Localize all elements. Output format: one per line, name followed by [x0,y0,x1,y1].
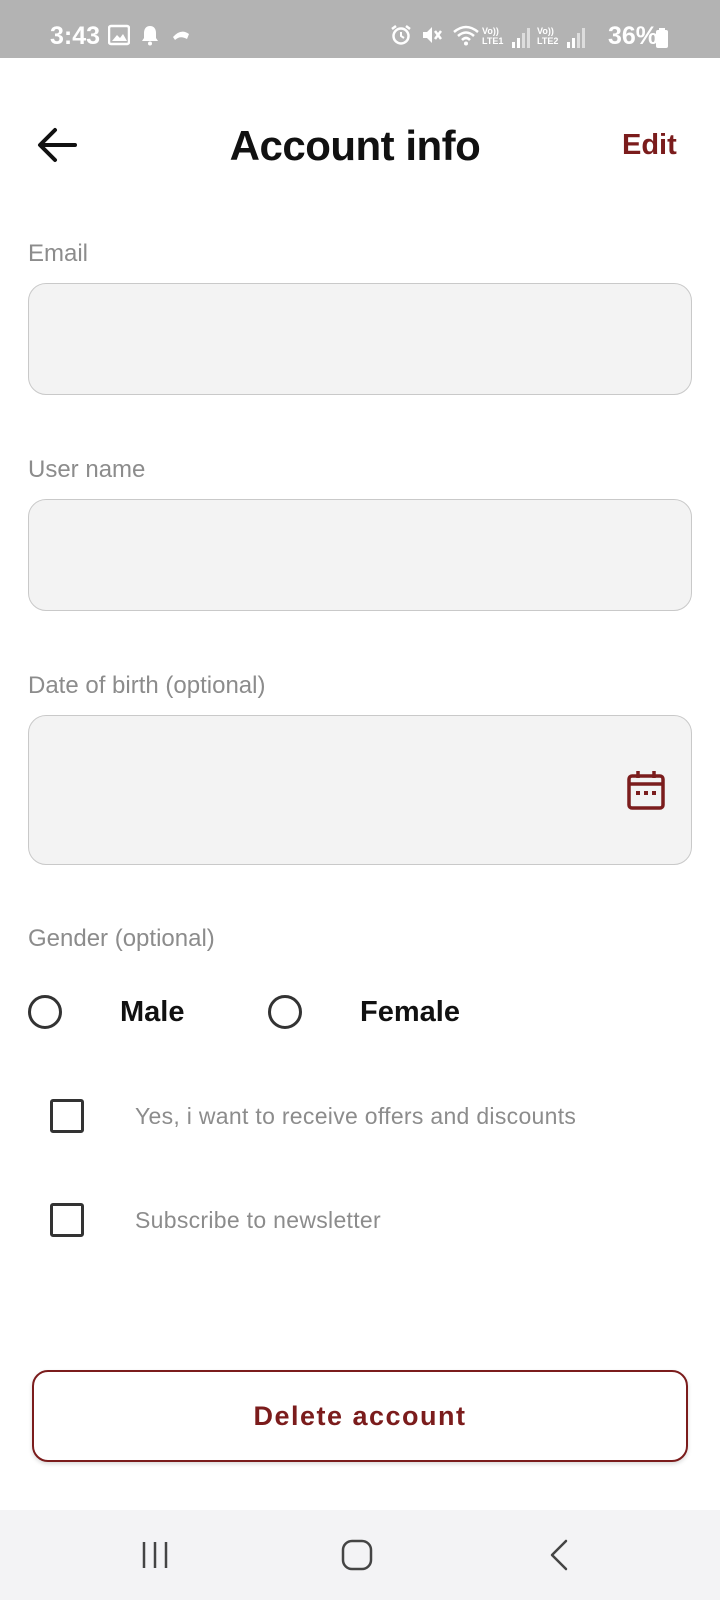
battery-percent: 36% [608,22,659,50]
recent-apps-button[interactable] [130,1532,180,1578]
back-button[interactable] [34,122,80,168]
wifi-icon [453,25,479,46]
username-label: User name [28,456,146,483]
email-field-box [28,283,692,395]
system-nav-bar [0,1510,720,1600]
battery-icon [656,28,668,48]
lte1-signal-icon: Vo)) LTE1 [482,26,532,50]
mute-icon [423,27,442,43]
gender-option-male[interactable]: Male [28,992,208,1032]
system-back-button[interactable] [534,1532,584,1578]
status-bar: 3:43 Vo)) LTE1 Vo)) LTE2 36% [0,0,720,58]
newsletter-checkbox[interactable] [50,1203,84,1237]
newsletter-checkbox-row[interactable]: Subscribe to newsletter [50,1200,450,1240]
email-field[interactable] [29,284,691,394]
offers-label: Yes, i want to receive offers and discou… [135,1102,577,1129]
gender-label: Gender (optional) [28,925,215,952]
alarm-icon [391,25,411,45]
status-time: 3:43 [50,22,101,50]
offers-checkbox-row[interactable]: Yes, i want to receive offers and discou… [50,1096,650,1136]
home-icon [341,1539,373,1571]
delete-account-button[interactable]: Delete account [32,1370,688,1462]
notification-icon [142,26,158,46]
app-icon [173,31,189,40]
signal-bars-icon [512,28,530,48]
signal-bars-icon [567,28,585,48]
calendar-icon[interactable] [627,770,665,810]
radio-female-icon [268,995,302,1029]
lte2-signal-icon: Vo)) LTE2 [537,26,587,50]
lte2-label: Vo)) LTE2 [537,26,559,46]
gender-option-female[interactable]: Female [268,992,468,1032]
gender-male-label: Male [120,995,185,1028]
gender-female-label: Female [360,995,460,1028]
dob-label: Date of birth (optional) [28,672,266,699]
edit-button[interactable]: Edit [622,129,677,162]
dob-field[interactable] [29,716,691,864]
radio-male-icon [28,995,62,1029]
username-field-box [28,499,692,611]
offers-checkbox[interactable] [50,1099,84,1133]
email-label: Email [28,240,89,267]
back-nav-icon [550,1539,568,1571]
home-button[interactable] [332,1532,382,1578]
lte1-label: Vo)) LTE1 [482,26,504,46]
dob-field-box [28,715,692,865]
username-field[interactable] [29,500,691,610]
arrow-left-icon [38,128,77,162]
gallery-icon [108,24,130,46]
page-title: Account info [229,122,481,169]
newsletter-label: Subscribe to newsletter [135,1206,381,1233]
recent-apps-icon [142,1542,168,1568]
